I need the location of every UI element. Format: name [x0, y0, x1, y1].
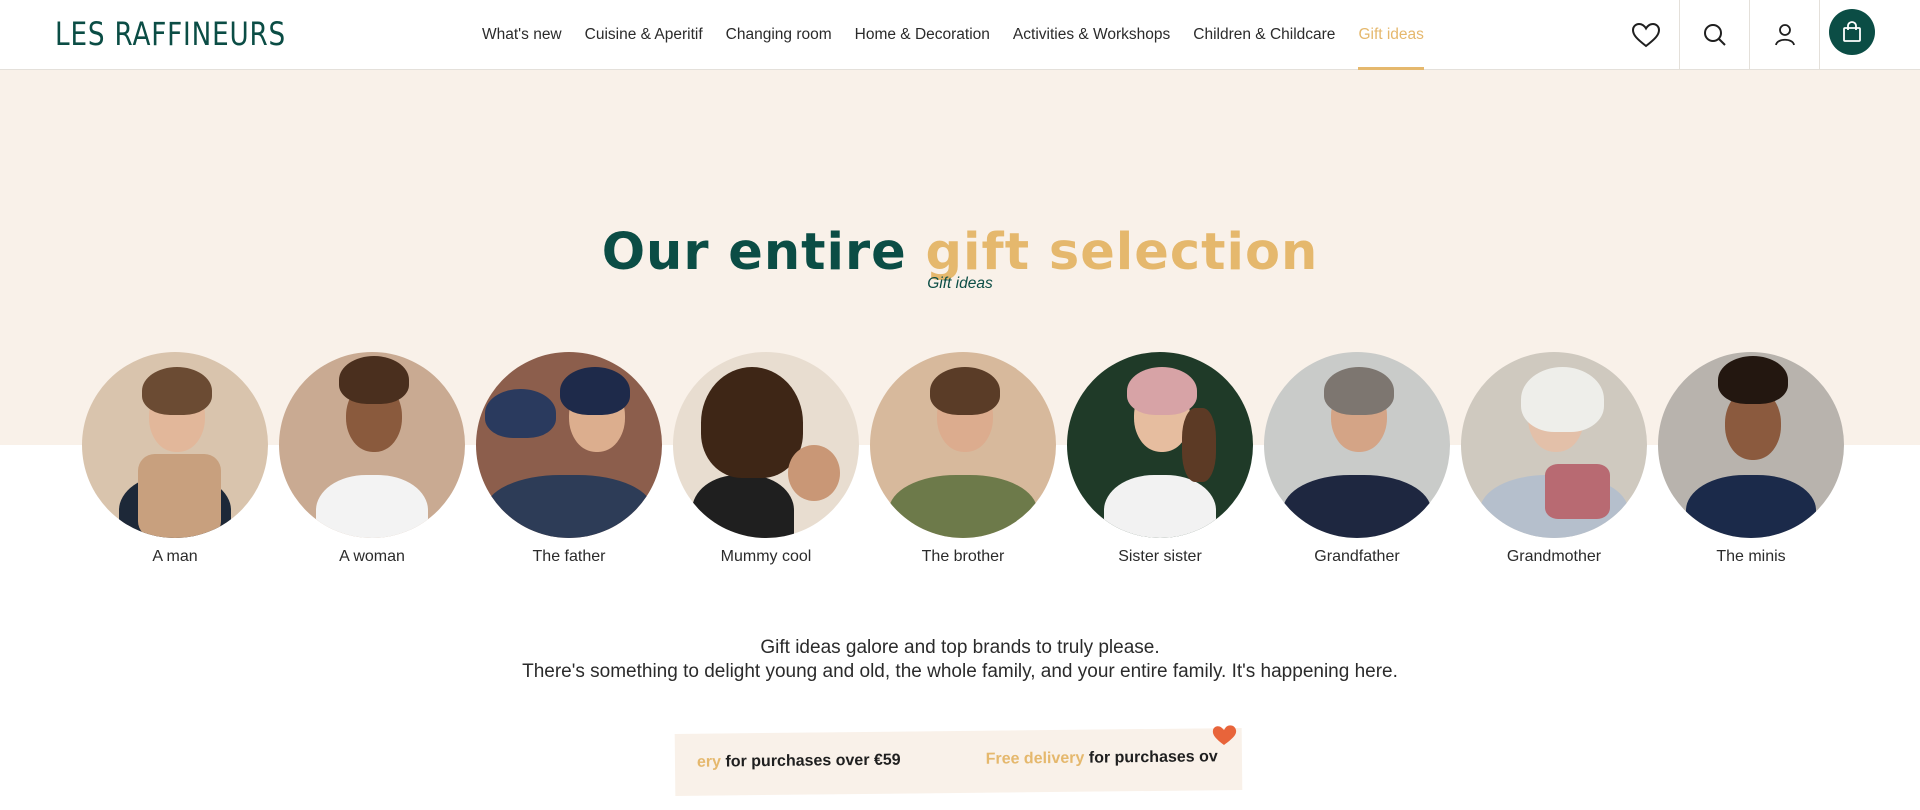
category-label: The brother: [921, 548, 1005, 565]
category-label: A man: [152, 548, 198, 565]
intro-line-2: There's something to delight young and o…: [522, 661, 1398, 682]
nav-item-children-childcare[interactable]: Children & Childcare: [1193, 0, 1335, 70]
nav-item-gift-ideas[interactable]: Gift ideas: [1358, 0, 1425, 71]
banner-highlight: Free delivery: [985, 749, 1085, 768]
category-sister-sister[interactable]: Sister sister: [1067, 352, 1253, 566]
page-title: Our entire gift selection: [0, 223, 1920, 283]
category-the-father[interactable]: The father: [476, 352, 662, 566]
category-the-brother[interactable]: The brother: [870, 352, 1056, 566]
category-label: A woman: [339, 548, 405, 565]
nav-item-whats-new[interactable]: What's new: [482, 0, 562, 70]
nav-item-changing-room[interactable]: Changing room: [726, 0, 832, 70]
category-grandfather[interactable]: Grandfather: [1264, 352, 1450, 566]
banner-text: for purchases ov: [1084, 748, 1218, 767]
category-image: [1264, 352, 1450, 538]
cart-button[interactable]: [1829, 9, 1875, 55]
nav-item-home-decoration[interactable]: Home & Decoration: [855, 0, 990, 70]
search-button[interactable]: [1679, 0, 1749, 70]
nav-item-cuisine-aperitif[interactable]: Cuisine & Aperitif: [585, 0, 703, 70]
intro-text: Gift ideas galore and top brands to trul…: [0, 636, 1920, 684]
category-image: [1461, 352, 1647, 538]
title-part-2: gift selection: [925, 223, 1319, 282]
category-grandmother[interactable]: Grandmother: [1461, 352, 1647, 566]
banner-marquee: ery for purchases over €59 Free delivery …: [697, 748, 1218, 771]
category-carousel: A man A woman The father Mummy cool The …: [82, 352, 1844, 572]
category-label: The father: [532, 548, 606, 565]
shopping-bag-icon: [1843, 21, 1861, 42]
heart-badge-icon: [1212, 725, 1237, 745]
banner-highlight: ery: [696, 753, 722, 771]
header-divider: [1819, 0, 1820, 70]
category-label: Grandmother: [1506, 548, 1602, 565]
category-image: [1658, 352, 1844, 538]
site-logo[interactable]: LES RAFFINEURS: [55, 14, 286, 54]
category-label: Grandfather: [1314, 548, 1400, 565]
main-nav: What's new Cuisine & Aperitif Changing r…: [482, 0, 1447, 71]
category-the-minis[interactable]: The minis: [1658, 352, 1844, 566]
category-image: [673, 352, 859, 538]
wishlist-button[interactable]: [1611, 0, 1681, 70]
category-image: [1067, 352, 1253, 538]
search-icon: [1703, 24, 1726, 46]
category-mummy-cool[interactable]: Mummy cool: [673, 352, 859, 566]
category-a-woman[interactable]: A woman: [279, 352, 465, 566]
category-a-man[interactable]: A man: [82, 352, 268, 566]
delivery-banner: ery for purchases over €59 Free delivery …: [674, 728, 1243, 796]
intro-line-1: Gift ideas galore and top brands to trul…: [760, 637, 1160, 658]
category-label: Mummy cool: [720, 548, 812, 565]
account-button[interactable]: [1749, 0, 1819, 70]
category-image: [870, 352, 1056, 538]
site-header: LES RAFFINEURS What's new Cuisine & Aper…: [0, 0, 1920, 71]
category-image: [82, 352, 268, 538]
title-part-1: Our entire: [601, 223, 907, 282]
heart-icon: [1631, 22, 1661, 48]
category-label: The minis: [1716, 548, 1786, 565]
category-image: [279, 352, 465, 538]
nav-item-activities-workshops[interactable]: Activities & Workshops: [1013, 0, 1170, 70]
banner-text: for purchases over €59: [720, 751, 901, 771]
page-subtitle: Gift ideas: [927, 275, 993, 292]
category-label: Sister sister: [1118, 548, 1202, 565]
category-image: [476, 352, 662, 538]
user-icon: [1774, 24, 1795, 46]
